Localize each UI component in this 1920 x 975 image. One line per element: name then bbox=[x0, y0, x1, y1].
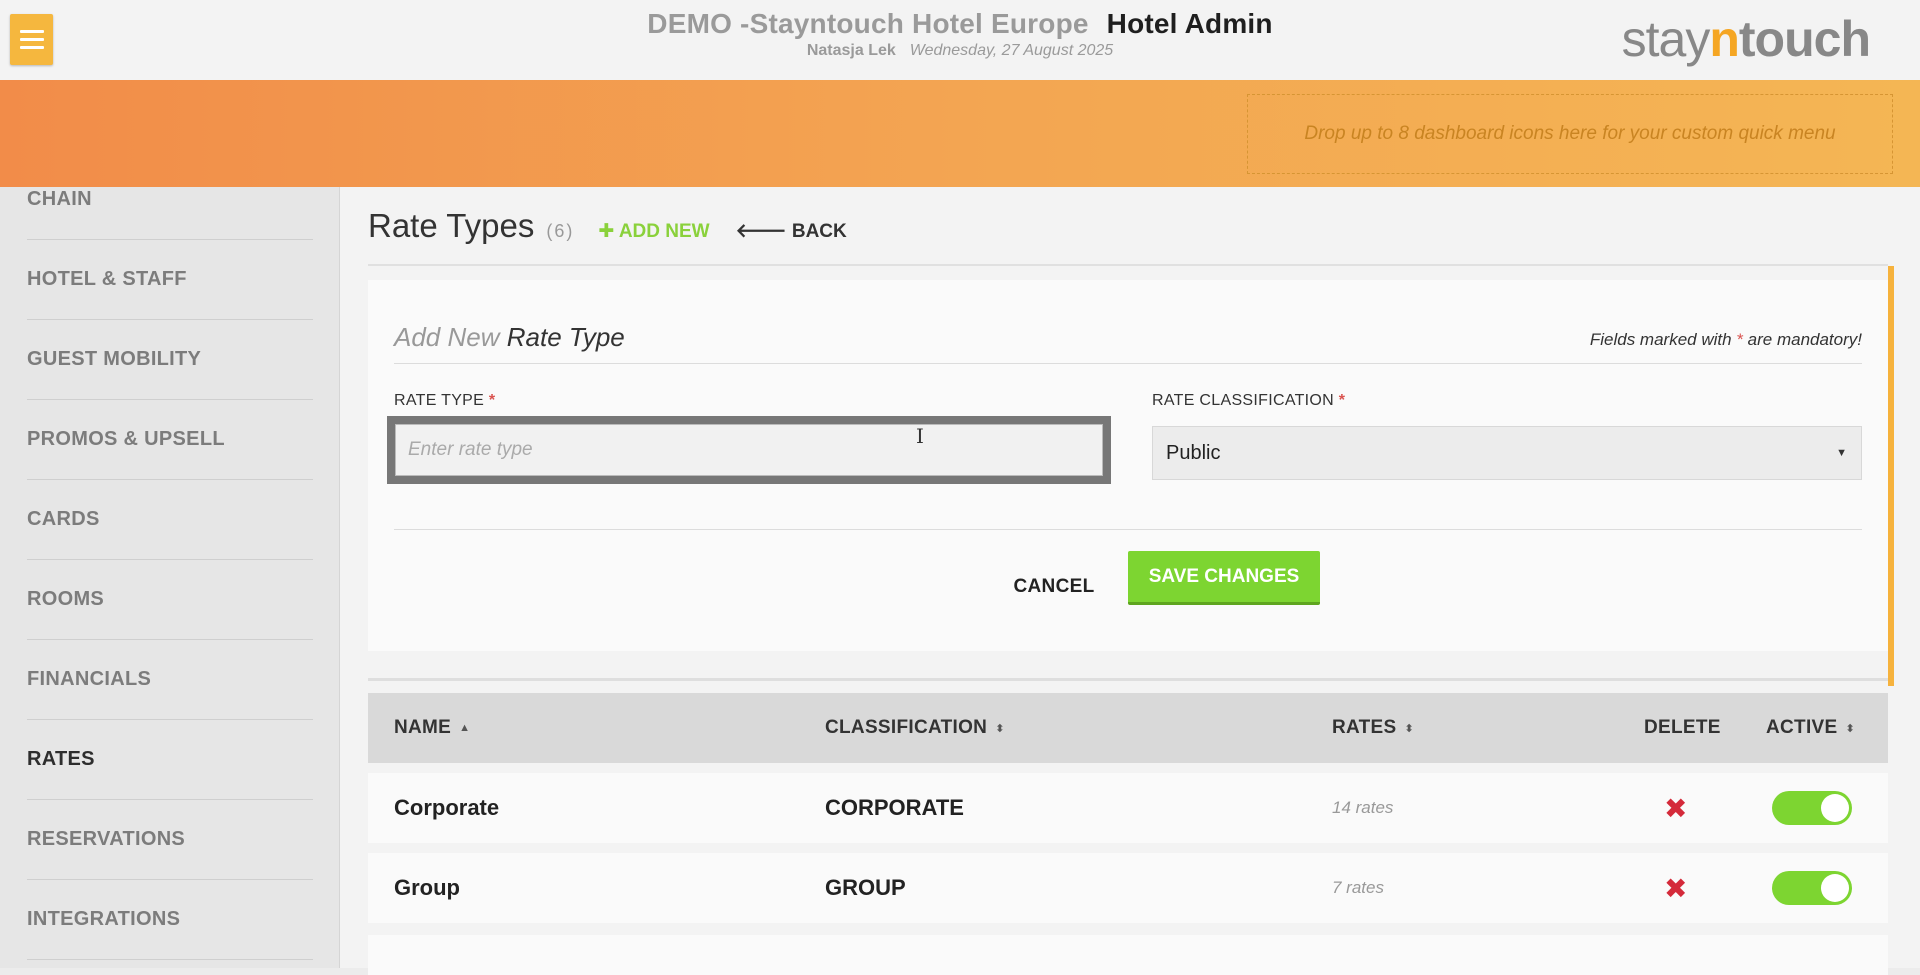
delete-icon[interactable]: ✖ bbox=[1664, 773, 1687, 843]
rate-type-label: RATE TYPE * bbox=[394, 392, 496, 409]
sidebar-item-chain[interactable]: CHAIN bbox=[27, 187, 313, 240]
divider bbox=[368, 678, 1888, 681]
column-header-delete: DELETE bbox=[1644, 717, 1721, 738]
rate-type-classification: GROUP bbox=[825, 875, 906, 900]
column-header-name[interactable]: NAME ▲ bbox=[394, 693, 470, 763]
cancel-button[interactable]: CANCEL bbox=[994, 570, 1114, 604]
active-toggle[interactable] bbox=[1772, 773, 1852, 843]
page-header: Rate Types (6) ✚ ADD NEW 🡐 BACK bbox=[368, 207, 847, 245]
sidebar-item-promos-upsell[interactable]: PROMOS & UPSELL bbox=[27, 400, 313, 480]
mandatory-note: Fields marked with * are mandatory! bbox=[1589, 330, 1862, 349]
sort-icon: ⬍ bbox=[995, 722, 1005, 735]
delete-icon[interactable]: ✖ bbox=[1664, 853, 1687, 923]
table-row: Group GROUP 7 rates ✖ bbox=[368, 853, 1888, 923]
rate-type-rates: 7 rates bbox=[1332, 878, 1384, 897]
rate-classification-label: RATE CLASSIFICATION * bbox=[1152, 392, 1346, 409]
add-rate-type-form: Add New Rate Type Fields marked with * a… bbox=[368, 280, 1888, 651]
rate-type-classification: CORPORATE bbox=[825, 795, 964, 820]
top-bar: DEMO -Stayntouch Hotel Europe Hotel Admin… bbox=[0, 0, 1920, 80]
column-header-rates[interactable]: RATES ⬍ bbox=[1332, 693, 1414, 763]
app-name: Hotel Admin bbox=[1106, 8, 1273, 39]
scroll-indicator bbox=[1888, 266, 1894, 686]
form-title: Add New Rate Type bbox=[394, 322, 625, 352]
stayntouch-logo: stayntouch bbox=[1621, 11, 1871, 67]
arrow-left-icon: 🡐 bbox=[735, 221, 792, 242]
main-content: Rate Types (6) ✚ ADD NEW 🡐 BACK Add New … bbox=[340, 187, 1920, 975]
divider bbox=[394, 363, 1862, 364]
sidebar-item-integrations[interactable]: INTEGRATIONS bbox=[27, 880, 313, 960]
column-header-classification[interactable]: CLASSIFICATION ⬍ bbox=[825, 693, 1005, 763]
rate-type-rates: 14 rates bbox=[1332, 798, 1394, 817]
rate-classification-select[interactable]: Public ▼ bbox=[1152, 426, 1862, 480]
quick-menu-dropzone[interactable]: Drop up to 8 dashboard icons here for yo… bbox=[1247, 94, 1893, 174]
current-date: Wednesday, 27 August 2025 bbox=[909, 42, 1114, 59]
back-button[interactable]: 🡐 BACK bbox=[736, 219, 847, 243]
rate-type-field-wrapper bbox=[387, 416, 1111, 484]
active-toggle[interactable] bbox=[1772, 853, 1852, 923]
caret-down-icon: ▼ bbox=[1836, 447, 1847, 459]
sidebar-item-reservations[interactable]: RESERVATIONS bbox=[27, 800, 313, 880]
column-header-active[interactable]: ACTIVE ⬍ bbox=[1766, 693, 1855, 763]
sort-icon: ⬍ bbox=[1845, 722, 1856, 735]
sidebar-item-cards[interactable]: CARDS bbox=[27, 480, 313, 560]
rate-type-input[interactable] bbox=[395, 424, 1103, 476]
property-name: DEMO -Stayntouch Hotel Europe bbox=[647, 8, 1089, 39]
rate-type-name[interactable]: Group bbox=[394, 853, 460, 923]
text-cursor-icon: I bbox=[916, 424, 924, 448]
save-changes-button[interactable]: SAVE CHANGES bbox=[1128, 551, 1320, 605]
table-header: NAME ▲ CLASSIFICATION ⬍ RATES ⬍ DELETE ACTI… bbox=[368, 693, 1888, 763]
page-title: Rate Types bbox=[368, 207, 535, 244]
sidebar-item-rooms[interactable]: ROOMS bbox=[27, 560, 313, 640]
rate-classification-value: Public bbox=[1166, 441, 1221, 464]
add-new-button[interactable]: ✚ ADD NEW bbox=[598, 220, 709, 243]
sidebar-item-financials[interactable]: FINANCIALS bbox=[27, 640, 313, 720]
page-count: (6) bbox=[546, 221, 575, 241]
divider bbox=[368, 264, 1888, 266]
sidebar: CHAIN HOTEL & STAFF GUEST MOBILITY PROMO… bbox=[0, 187, 340, 968]
user-name: Natasja Lek bbox=[806, 42, 896, 59]
rate-type-name[interactable]: Corporate bbox=[394, 773, 499, 843]
sidebar-item-rates[interactable]: RATES bbox=[27, 720, 313, 800]
plus-icon: ✚ bbox=[598, 221, 619, 242]
sort-asc-icon: ▲ bbox=[459, 722, 471, 734]
sidebar-item-hotel-staff[interactable]: HOTEL & STAFF bbox=[27, 240, 313, 320]
sort-icon: ⬍ bbox=[1404, 722, 1415, 735]
table-row: Corporate CORPORATE 14 rates ✖ bbox=[368, 773, 1888, 843]
divider bbox=[394, 529, 1862, 530]
table-row bbox=[368, 935, 1888, 975]
sidebar-item-guest-mobility[interactable]: GUEST MOBILITY bbox=[27, 320, 313, 400]
